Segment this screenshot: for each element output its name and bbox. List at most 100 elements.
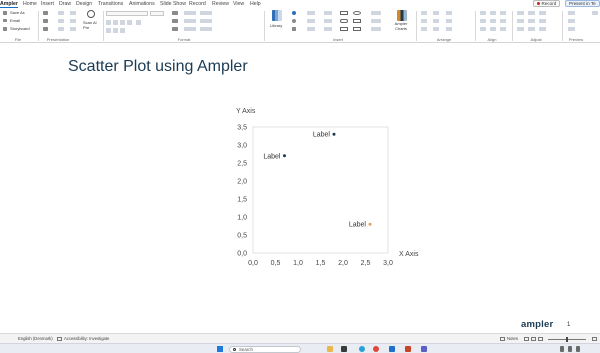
line-shape-icon[interactable] [353, 27, 361, 31]
distribute-horizontal-icon[interactable] [480, 27, 486, 31]
scatter-point[interactable] [368, 222, 372, 226]
data-label[interactable]: Label [313, 132, 331, 139]
text-style-icon[interactable] [371, 19, 381, 23]
tab-animations[interactable]: Animations [129, 0, 155, 8]
align-left-icon[interactable] [58, 11, 64, 15]
rounded-rect-shape-icon[interactable] [340, 19, 348, 23]
tab-record[interactable]: Record [189, 0, 206, 8]
file-explorer-icon[interactable] [327, 346, 333, 352]
ampler-charts-icon[interactable] [397, 10, 407, 21]
more-format-icon[interactable] [200, 27, 212, 31]
scan-icon[interactable] [87, 10, 95, 18]
x-axis-label[interactable]: X Axis [399, 251, 419, 258]
shape-outline-icon[interactable] [172, 19, 178, 23]
adjust-size-icon[interactable] [517, 11, 524, 15]
insert-text-icon[interactable] [292, 27, 296, 31]
tab-slide-show[interactable]: Slide Show [160, 0, 186, 8]
preview-icon[interactable] [568, 11, 575, 15]
adjust-swap-icon[interactable] [539, 27, 546, 31]
align-right-icon[interactable] [500, 11, 506, 15]
selection-pane-icon[interactable] [433, 27, 439, 31]
align-top-icon[interactable] [480, 19, 486, 23]
system-tray-icon[interactable] [568, 346, 572, 352]
format-painter-icon[interactable] [43, 11, 48, 15]
replace-icon[interactable] [43, 19, 48, 23]
align-right-icon[interactable] [58, 27, 64, 31]
oval-shape-icon[interactable] [353, 11, 361, 15]
tab-design[interactable]: Design [76, 0, 92, 8]
library-icon[interactable] [272, 10, 282, 21]
line-spacing-icon[interactable] [184, 11, 196, 15]
arrange-more-icon[interactable] [446, 19, 452, 23]
tab-draw[interactable]: Draw [59, 0, 71, 8]
table-icon[interactable] [70, 11, 76, 15]
storyboard-button[interactable]: Storyboard [10, 26, 30, 31]
taskbar-search-input[interactable]: Search [229, 345, 301, 353]
scan-button[interactable]: Scan Al Pre [83, 20, 101, 30]
clean-icon[interactable] [43, 27, 48, 31]
preview-icon[interactable] [568, 27, 575, 31]
align-center-icon[interactable] [490, 11, 496, 15]
group-objects-icon[interactable] [421, 27, 427, 31]
font-size-field[interactable] [150, 11, 164, 16]
insert-link-icon[interactable] [324, 19, 332, 23]
font-color-icon[interactable] [136, 20, 141, 25]
insert-picture-icon[interactable] [307, 11, 315, 15]
data-label[interactable]: Label [263, 153, 281, 160]
adjust-grid-icon[interactable] [517, 27, 524, 31]
adjust-height-icon[interactable] [539, 11, 546, 15]
arrange-more-icon[interactable] [446, 27, 452, 31]
insert-icons-icon[interactable] [324, 11, 332, 15]
fit-slide-icon[interactable] [592, 337, 597, 341]
slide-sorter-icon[interactable] [531, 337, 536, 341]
zoom-slider-thumb[interactable] [566, 336, 568, 342]
tab-transitions[interactable]: Transitions [98, 0, 123, 8]
email-button[interactable]: Email [10, 18, 20, 23]
preview-icon[interactable] [568, 19, 575, 23]
font-name-field[interactable] [106, 11, 148, 16]
columns-icon[interactable] [200, 11, 212, 15]
normal-view-icon[interactable] [524, 337, 529, 341]
tab-home[interactable]: Home [23, 0, 37, 8]
scatter-point[interactable] [332, 132, 336, 136]
data-label[interactable]: Label [349, 222, 367, 229]
triangle-shape-icon[interactable] [353, 19, 361, 23]
arrange-more-icon[interactable] [446, 11, 452, 15]
smartart-icon[interactable] [200, 19, 212, 23]
bold-icon[interactable] [106, 20, 111, 25]
align-center-icon[interactable] [58, 19, 64, 23]
strikethrough-icon[interactable] [127, 20, 132, 25]
scatter-point[interactable] [283, 154, 286, 158]
bullets-icon[interactable] [106, 28, 111, 33]
tab-view[interactable]: View [233, 0, 244, 8]
adjust-spacing-icon[interactable] [517, 19, 524, 23]
align-left-icon[interactable] [480, 11, 486, 15]
tab-ampler[interactable]: Ampler [0, 0, 18, 8]
library-button[interactable]: Library [270, 23, 282, 28]
italic-icon[interactable] [113, 20, 118, 25]
shape-effects-icon[interactable] [172, 27, 178, 31]
edge-icon[interactable] [359, 346, 365, 352]
text-style-icon[interactable] [371, 11, 381, 15]
powerpoint-icon[interactable] [405, 346, 411, 352]
insert-chart-icon[interactable] [307, 27, 315, 31]
more-ribbon-icon[interactable] [592, 11, 598, 15]
insert-shape-icon[interactable] [292, 19, 296, 23]
adjust-margin-icon[interactable] [528, 19, 535, 23]
underline-icon[interactable] [120, 20, 125, 25]
present-in-teams-button[interactable]: Present in Te [565, 0, 600, 7]
insert-table-icon[interactable] [307, 19, 315, 23]
system-tray-icon[interactable] [560, 346, 564, 352]
taskbar-app-icon[interactable] [341, 346, 347, 352]
align-more-icon[interactable] [500, 27, 506, 31]
grid-icon[interactable] [70, 19, 76, 23]
insert-help-icon[interactable] [292, 11, 296, 15]
align-text-icon[interactable] [184, 27, 196, 31]
rectangle-shape-icon[interactable] [340, 11, 348, 15]
scatter-chart[interactable]: 0,0 0,5 1,0 1,5 2,0 2,5 3,0 3,5 0,0 0,5 1,0 1,5 2,0 2… [0, 43, 600, 333]
save-as-button[interactable]: Save As [10, 10, 25, 15]
ampler-charts-button[interactable]: Ampler Charts [391, 21, 411, 31]
arrow-shape-icon[interactable] [340, 27, 348, 31]
record-button[interactable]: Record [533, 0, 561, 7]
list-icon[interactable] [70, 27, 76, 31]
